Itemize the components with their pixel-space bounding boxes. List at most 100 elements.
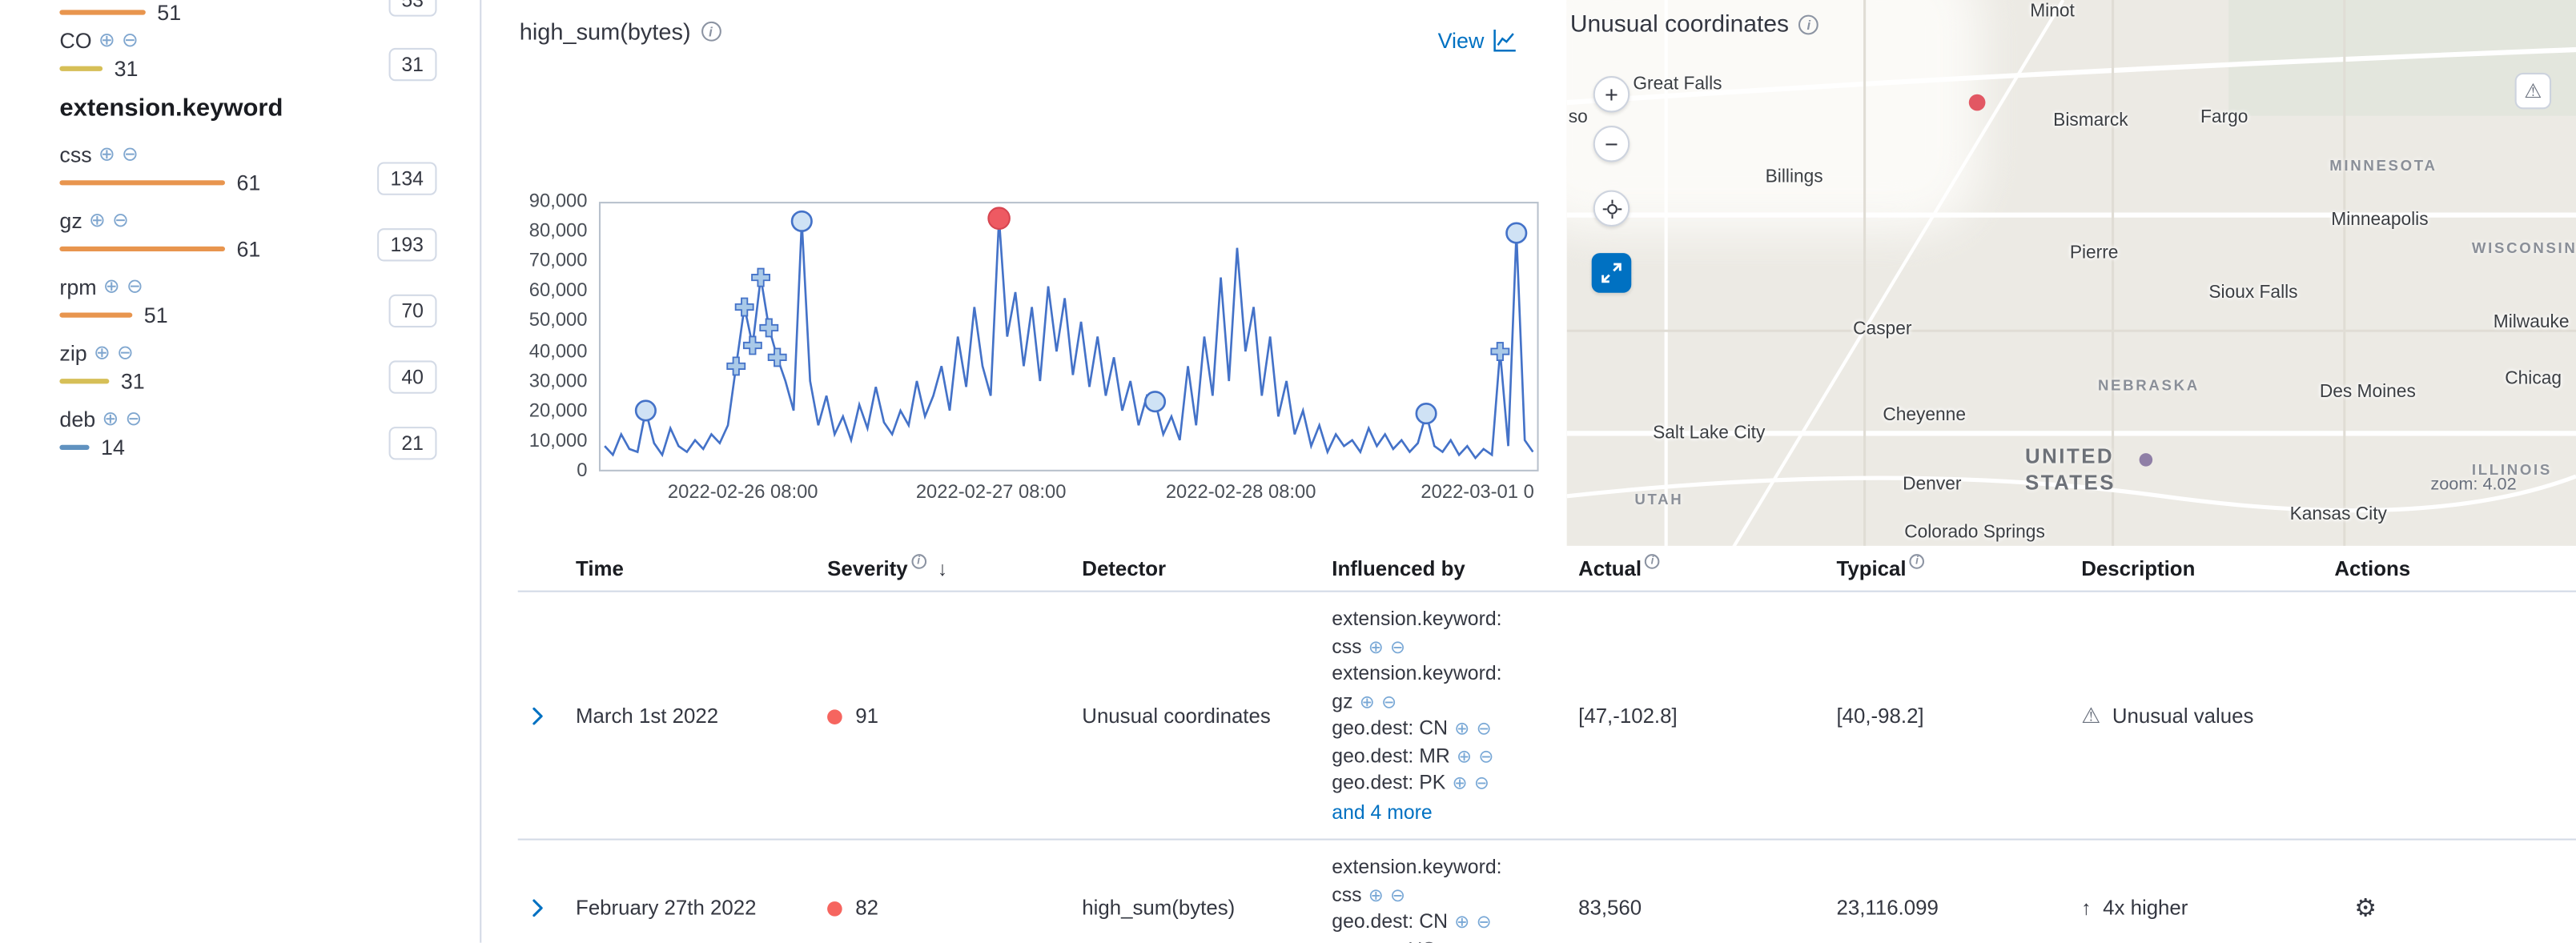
column-header-detector[interactable]: Detector	[1082, 556, 1332, 580]
multi-bucket-anomaly-marker[interactable]	[727, 357, 745, 375]
multi-bucket-anomaly-marker[interactable]	[769, 348, 786, 366]
minus-in-circle-icon[interactable]: ⊖	[122, 144, 139, 164]
map-warning-button[interactable]: ⚠	[2515, 73, 2551, 109]
facet-count-badge[interactable]: 31	[388, 48, 437, 81]
minus-in-circle-icon[interactable]: ⊖	[1464, 941, 1479, 943]
plus-in-circle-icon[interactable]: ⊕	[102, 408, 119, 428]
zoom-in-button[interactable]: +	[1593, 76, 1630, 112]
expand-row-chevron[interactable]	[527, 898, 547, 918]
facet-count-badge[interactable]: 70	[388, 295, 437, 327]
gear-icon[interactable]: ⚙	[2354, 895, 2377, 923]
map-city-label: Fargo	[2200, 107, 2248, 127]
unusual-coordinates-map[interactable]: Unusual coordinates i + − ⚠ MinotGreat F…	[1567, 0, 2576, 549]
anomaly-marker[interactable]	[1145, 391, 1164, 411]
expand-row-chevron[interactable]	[527, 705, 547, 725]
severity-dot	[827, 901, 842, 917]
anomaly-chart-svg	[601, 203, 1537, 470]
expand-map-button[interactable]	[1592, 253, 1632, 293]
minus-in-circle-icon[interactable]: ⊖	[126, 408, 143, 428]
facet-count-badge[interactable]: 21	[388, 427, 437, 459]
map-city-label: Billings	[1766, 167, 1823, 187]
chart-y-axis: 90,00080,00070,00060,00050,00040,00030,0…	[518, 202, 588, 471]
plus-icon: +	[1605, 81, 1618, 107]
facet-max-score: 31	[121, 368, 145, 393]
column-header-typical[interactable]: Typicali	[1836, 556, 2081, 580]
minus-in-circle-icon[interactable]: ⊖	[127, 276, 143, 296]
plus-in-circle-icon[interactable]: ⊕	[1454, 913, 1469, 933]
facet-item-zip: zip ⊕ ⊖ 31 40	[59, 338, 436, 391]
info-icon: i	[1798, 15, 1818, 35]
minus-in-circle-icon[interactable]: ⊖	[1381, 692, 1397, 712]
y-tick-label: 80,000	[529, 222, 588, 242]
column-header-time[interactable]: Time	[576, 556, 827, 580]
line-chart-icon	[1493, 28, 1517, 53]
column-header-description[interactable]: Description	[2081, 556, 2334, 580]
view-chart-link[interactable]: View	[1438, 28, 1517, 53]
plus-in-circle-icon[interactable]: ⊕	[1454, 720, 1469, 740]
multi-bucket-anomaly-marker[interactable]	[1491, 343, 1509, 360]
plus-in-circle-icon[interactable]: ⊕	[1368, 638, 1384, 658]
cell-time: February 27th 2022	[576, 897, 827, 920]
multi-bucket-anomaly-marker[interactable]	[752, 269, 770, 287]
minus-in-circle-icon[interactable]: ⊖	[1390, 638, 1405, 658]
multi-bucket-anomaly-marker[interactable]	[760, 319, 778, 336]
anomaly-location-dot[interactable]	[1969, 94, 1986, 111]
metric-line	[605, 219, 1533, 458]
set-location-button[interactable]	[1593, 191, 1630, 227]
minus-in-circle-icon[interactable]: ⊖	[122, 30, 139, 50]
y-tick-label: 10,000	[529, 431, 588, 451]
column-header-influenced-by[interactable]: Influenced by	[1332, 556, 1578, 580]
map-city-label: Kansas City	[2290, 504, 2387, 524]
warning-icon: ⚠	[2081, 702, 2100, 727]
minus-in-circle-icon[interactable]: ⊖	[1474, 774, 1489, 794]
facet-label: CO	[59, 27, 91, 52]
plus-in-circle-icon[interactable]: ⊕	[98, 30, 115, 50]
cell-description: ⚠Unusual values	[2081, 702, 2334, 728]
facet-count-badge[interactable]: 53	[388, 0, 437, 17]
anomaly-marker[interactable]	[1417, 403, 1436, 423]
map-title: Unusual coordinates	[1570, 11, 1789, 38]
column-header-actions[interactable]: Actions	[2334, 556, 2576, 580]
minus-in-circle-icon[interactable]: ⊖	[112, 210, 129, 230]
plus-in-circle-icon[interactable]: ⊕	[98, 144, 115, 164]
anomaly-marker[interactable]	[636, 401, 655, 420]
plus-in-circle-icon[interactable]: ⊕	[89, 210, 106, 230]
facet-max-score: 61	[236, 170, 260, 195]
facet-count-badge[interactable]: 193	[377, 228, 436, 261]
cell-severity: 82	[827, 897, 1082, 920]
facet-count-badge[interactable]: 40	[388, 360, 437, 393]
anomaly-marker[interactable]	[1507, 223, 1526, 243]
anomaly-row: March 1st 2022 91 Unusual coordinates ex…	[518, 592, 2576, 841]
plus-in-circle-icon[interactable]: ⊕	[1442, 941, 1457, 943]
facet-count-badge[interactable]: 134	[377, 162, 436, 195]
plus-in-circle-icon[interactable]: ⊕	[1457, 747, 1472, 767]
multi-bucket-anomaly-marker[interactable]	[736, 299, 754, 316]
and-more-link[interactable]: and 4 more	[1332, 798, 1558, 825]
column-header-actual[interactable]: Actuali	[1578, 556, 1836, 580]
minus-in-circle-icon[interactable]: ⊖	[1477, 913, 1492, 933]
severity-dot	[827, 708, 842, 724]
minus-in-circle-icon[interactable]: ⊖	[1478, 747, 1493, 767]
minus-icon: −	[1605, 130, 1618, 157]
map-city-label: so	[1569, 107, 1588, 127]
plus-in-circle-icon[interactable]: ⊕	[1453, 774, 1468, 794]
plus-in-circle-icon[interactable]: ⊕	[103, 276, 120, 296]
influencer-value: geo.dest: MR	[1332, 744, 1449, 767]
map-city-label: Great Falls	[1633, 74, 1722, 94]
multi-bucket-anomaly-marker[interactable]	[744, 336, 762, 354]
minus-in-circle-icon[interactable]: ⊖	[1390, 885, 1405, 905]
info-icon: i	[911, 554, 926, 569]
column-header-severity[interactable]: Severityi↓	[827, 556, 1082, 580]
minus-in-circle-icon[interactable]: ⊖	[117, 343, 134, 363]
plus-in-circle-icon[interactable]: ⊕	[94, 343, 111, 363]
typical-location-dot[interactable]	[2140, 453, 2153, 467]
critical-anomaly-marker[interactable]	[988, 207, 1010, 229]
zoom-out-button[interactable]: −	[1593, 126, 1630, 162]
anomaly-marker[interactable]	[792, 211, 811, 231]
plus-in-circle-icon[interactable]: ⊕	[1360, 692, 1375, 712]
plus-in-circle-icon[interactable]: ⊕	[1368, 885, 1384, 905]
chart-plot-area[interactable]	[599, 202, 1539, 471]
minus-in-circle-icon[interactable]: ⊖	[1477, 720, 1492, 740]
cell-time: March 1st 2022	[576, 704, 827, 727]
influencer-value: extension.keyword: gz	[1332, 661, 1501, 712]
